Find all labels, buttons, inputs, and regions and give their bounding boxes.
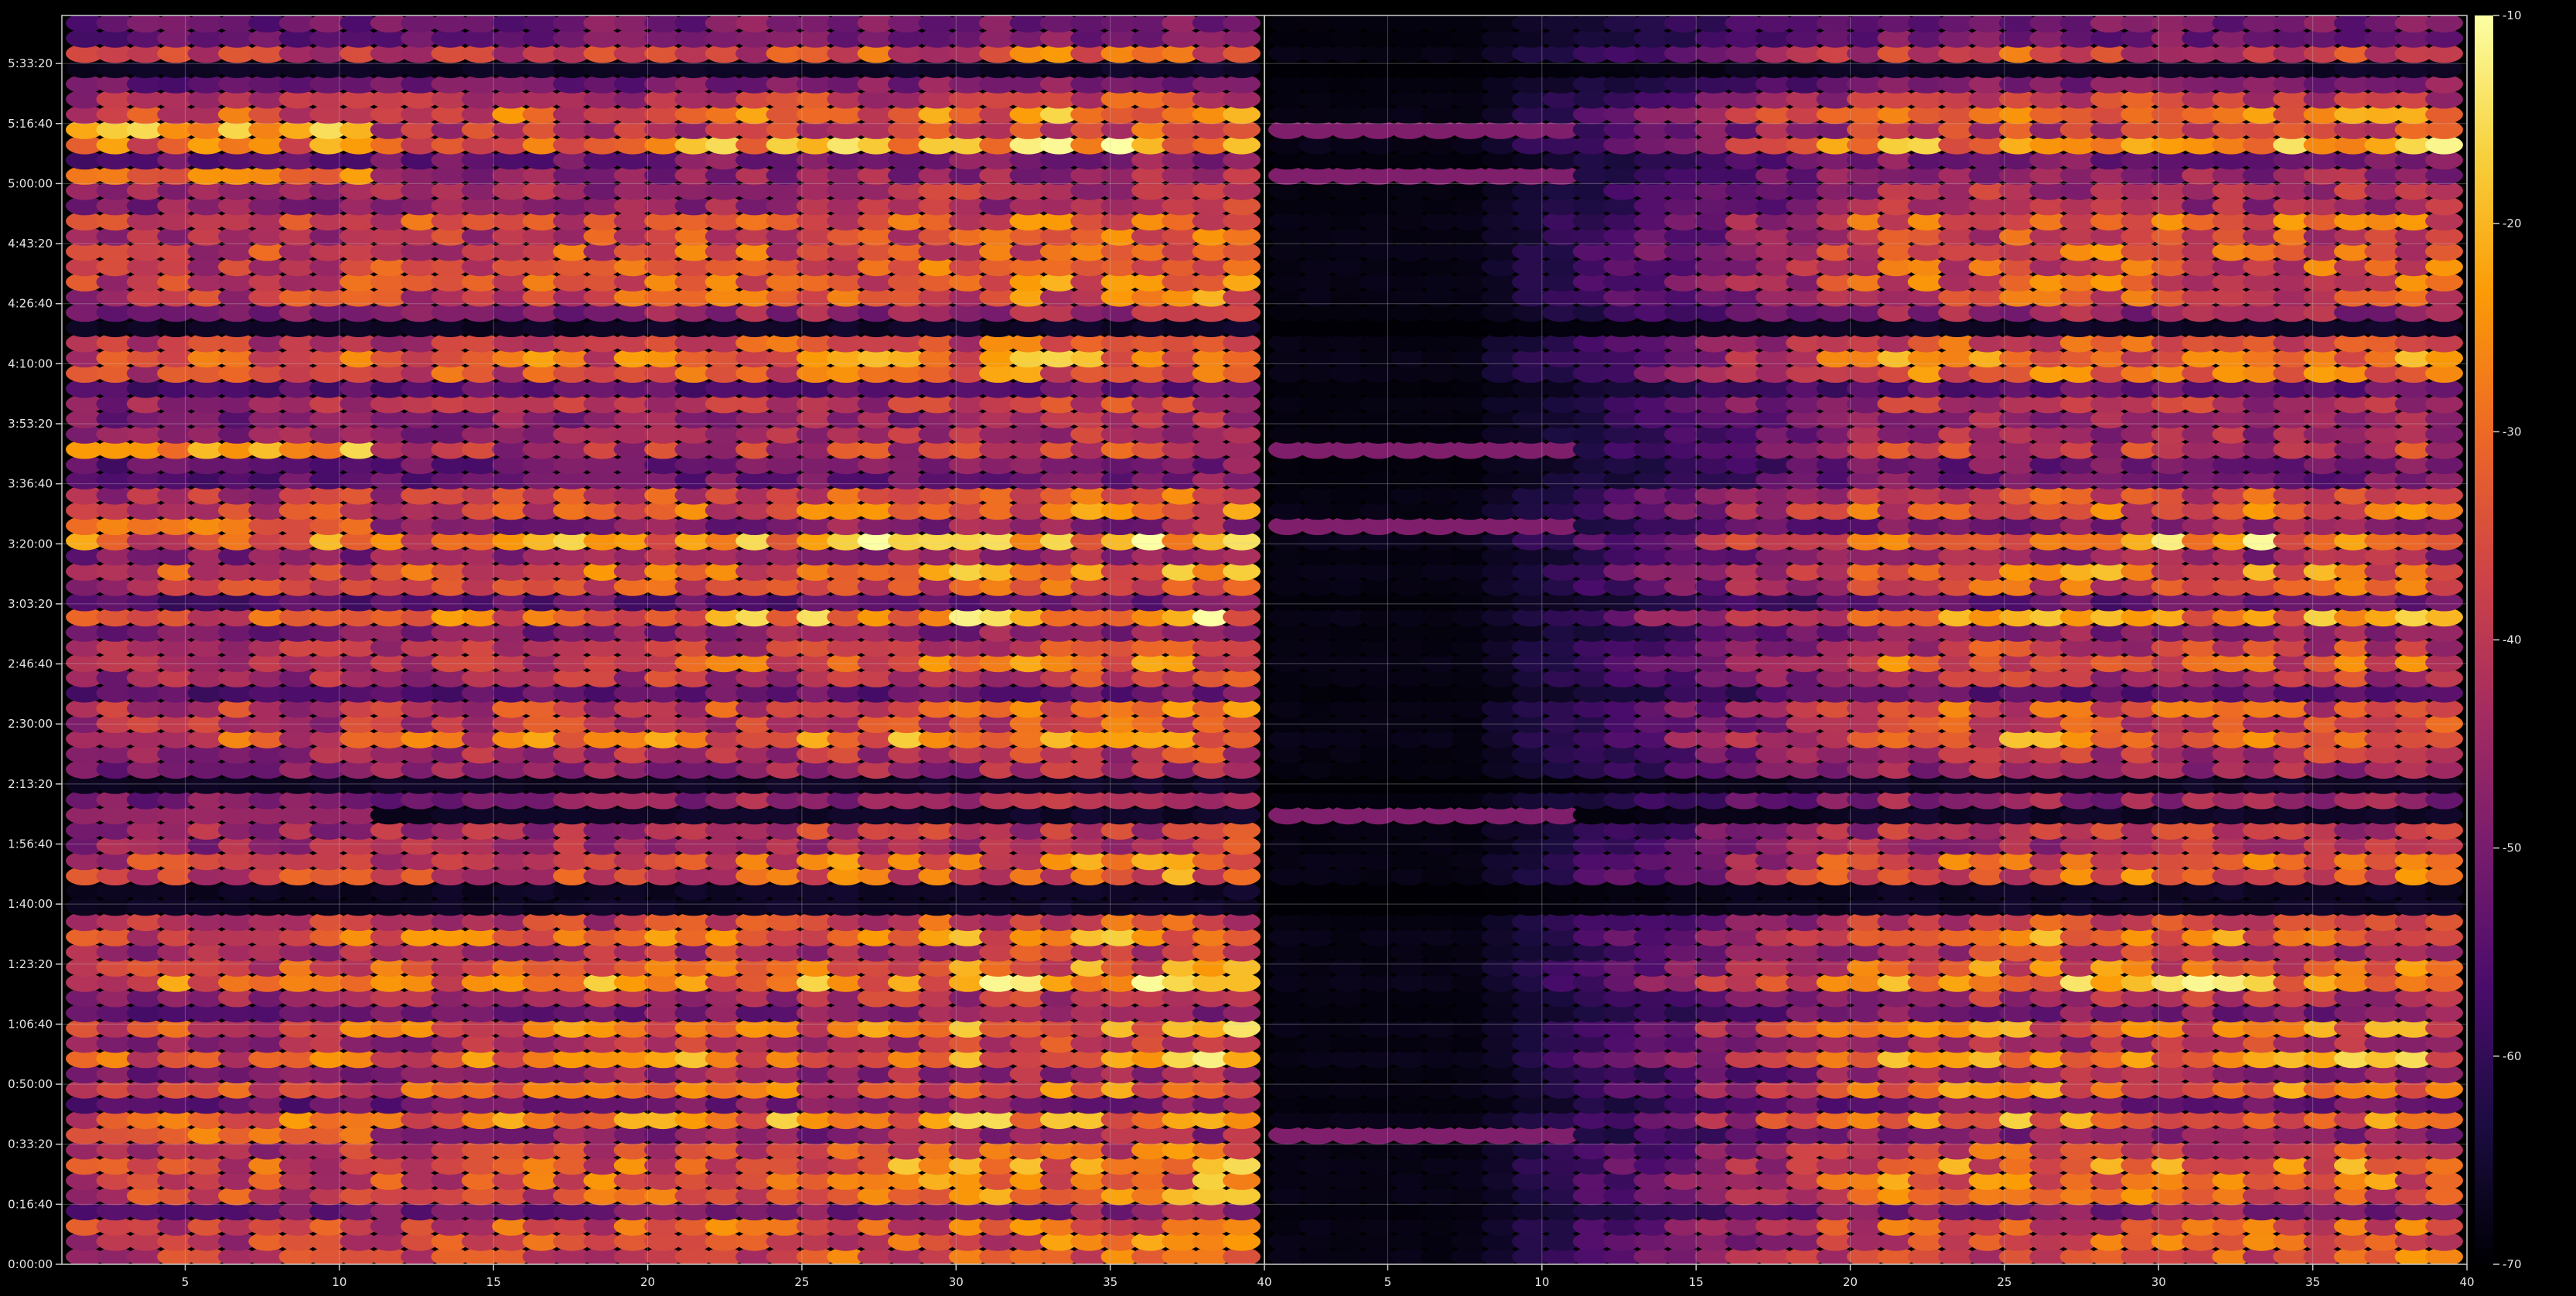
panel-a-cells <box>66 15 1261 1264</box>
panel-b-cells <box>1268 15 2463 1264</box>
cell <box>1223 15 1261 32</box>
chart-svg: 5 10 15 20 25 30 35 40 5 10 15 20 25 30 35 400:00:000:1… <box>8 9 2521 1289</box>
spectrogram-figure: 5 10 15 20 25 30 35 40 5 10 15 20 25 30 35 40 0:00:00 0:1… <box>0 0 2576 1293</box>
